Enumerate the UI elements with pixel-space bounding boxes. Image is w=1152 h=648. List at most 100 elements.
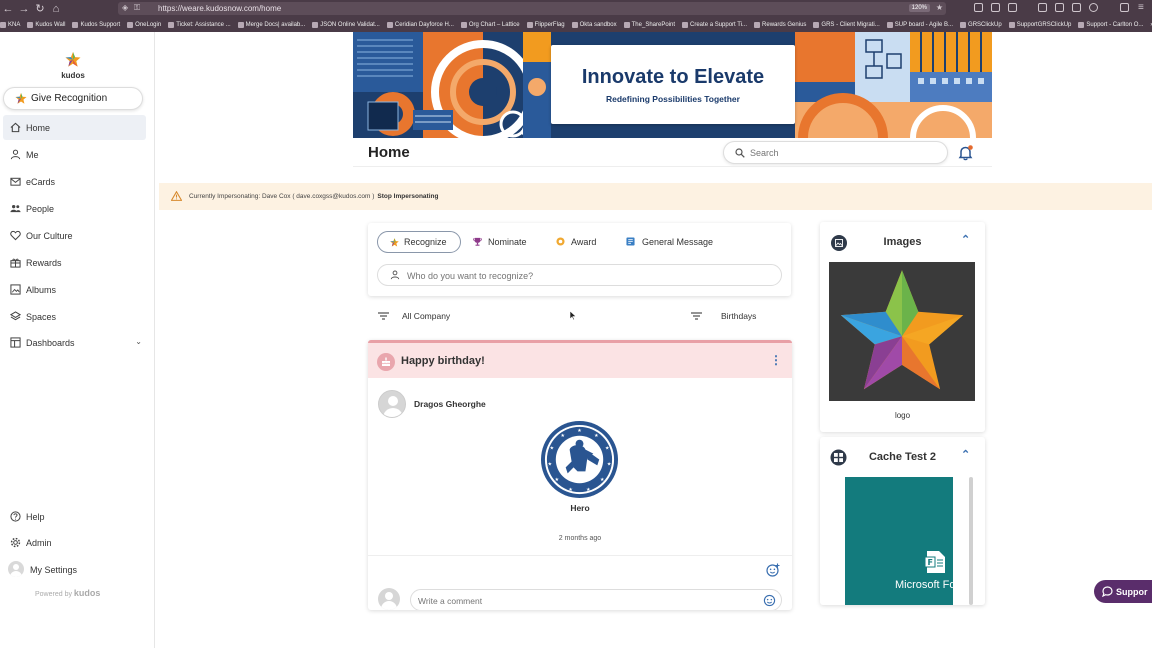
add-reaction-icon[interactable] (766, 563, 780, 577)
extension-icon[interactable] (1072, 3, 1081, 12)
chevron-down-icon[interactable]: ⌄ (135, 337, 142, 346)
document-thumbnail[interactable]: F Microsoft Fo (845, 477, 953, 605)
tab-general-message[interactable]: General Message (626, 231, 713, 253)
sidebar-item-albums[interactable]: Albums (3, 277, 146, 302)
logo-image[interactable] (829, 262, 975, 401)
svg-text:★: ★ (600, 477, 605, 483)
svg-text:F: F (928, 558, 933, 567)
tab-nominate[interactable]: Nominate (473, 231, 527, 253)
sidebar-item-label: Me (26, 149, 39, 160)
sidebar-item-rewards[interactable]: Rewards (3, 250, 146, 275)
bookmark-item[interactable]: Kudos Support (72, 21, 121, 28)
support-chat-button[interactable]: Suppor (1094, 580, 1152, 603)
bookmark-item[interactable]: GRSClickUp (960, 21, 1002, 28)
bookmark-favicon-icon (960, 21, 967, 28)
menu-icon[interactable]: ≡ (1138, 2, 1144, 13)
bookmark-item[interactable]: KNA (0, 21, 21, 28)
library-icon[interactable] (1038, 3, 1047, 12)
bookmark-label: KNA (8, 21, 21, 28)
kudos-logo[interactable]: kudos (55, 52, 91, 80)
sidebar-toggle-icon[interactable] (1055, 3, 1064, 12)
bookmark-item[interactable]: JSON Online Validat... (312, 21, 380, 28)
kudos-star-logo-icon (840, 270, 964, 390)
bookmark-item[interactable]: Kudos Wall (27, 21, 65, 28)
account-icon[interactable] (1089, 3, 1098, 12)
reload-icon[interactable]: ↻ (32, 2, 48, 15)
bookmark-label: Kudos Support (80, 21, 121, 28)
stop-impersonating-link[interactable]: Stop Impersonating (377, 193, 438, 200)
bookmark-item[interactable]: Rewards Genius (754, 21, 806, 28)
back-icon[interactable]: ← (0, 3, 16, 15)
recipient-input[interactable] (407, 269, 767, 282)
tab-award[interactable]: Award (556, 231, 596, 253)
bookmark-item[interactable]: Org Chart – Lattice (460, 21, 520, 28)
images-card: Images ⌃ logo (820, 222, 985, 432)
chevron-up-icon[interactable]: ⌃ (961, 448, 970, 461)
sidebar-item-ecards[interactable]: eCards (3, 169, 146, 194)
tab-recognize[interactable]: Recognize (377, 231, 461, 253)
chevron-up-icon[interactable]: ⌃ (961, 233, 970, 246)
search-box[interactable] (723, 141, 948, 164)
bookmark-star-icon[interactable]: ★ (936, 3, 943, 12)
give-recognition-label: Give Recognition (31, 93, 108, 104)
sidebar-item-my-settings[interactable]: My Settings (3, 557, 146, 582)
bookmark-item[interactable]: GRS - Client Migrati... (813, 21, 880, 28)
bookmark-item[interactable]: Create a Support Ti... (682, 21, 748, 28)
bookmark-item[interactable]: Ticket: Assistance ... (168, 21, 231, 28)
post-author[interactable]: Dragos Gheorghe (414, 399, 486, 409)
sidebar-item-admin[interactable]: Admin (3, 530, 146, 555)
bookmark-label: Support - Carlton O... (1086, 21, 1144, 28)
sidebar-item-people[interactable]: People (3, 196, 146, 221)
comment-field[interactable] (410, 589, 782, 610)
recipient-field[interactable] (377, 264, 782, 286)
extensions-icon[interactable] (974, 3, 983, 12)
sidebar-item-home[interactable]: Home (3, 115, 146, 140)
filter-icon[interactable] (691, 312, 702, 320)
give-recognition-button[interactable]: Give Recognition (3, 87, 143, 110)
puzzle-icon[interactable] (1120, 3, 1129, 12)
sidebar-item-me[interactable]: Me (3, 142, 146, 167)
bookmark-item[interactable]: Merge Docs| availab... (237, 21, 305, 28)
bookmark-favicon-icon (168, 21, 175, 28)
filter-birthdays[interactable]: Birthdays (721, 311, 756, 321)
sidebar-item-spaces[interactable]: Spaces (3, 304, 146, 329)
bookmark-item[interactable]: Ceridian Dayforce H... (386, 21, 454, 28)
emoji-icon[interactable] (763, 594, 776, 607)
svg-text:★: ★ (550, 446, 555, 452)
bookmark-label: Ticket: Assistance ... (176, 21, 231, 28)
powered-by-brand: kudos (73, 588, 101, 598)
bookmark-item[interactable]: The_SharePoint (623, 21, 675, 28)
scrollbar[interactable] (969, 477, 973, 605)
download-icon[interactable] (991, 3, 1000, 12)
avatar[interactable] (378, 390, 406, 418)
bookmark-item[interactable]: SupportGRSClickUp (1008, 21, 1072, 28)
filter-all-company[interactable]: All Company (402, 311, 450, 321)
bookmark-item[interactable]: SUP board - Agile B... (886, 21, 953, 28)
bookmark-item[interactable]: Support - Carlton O... (1078, 21, 1144, 28)
sidebar-item-help[interactable]: Help (3, 504, 146, 529)
shield-icon: ◈ (122, 3, 129, 12)
bookmark-label: Create a Support Ti... (690, 21, 748, 28)
kudos-star-logo-icon (65, 52, 81, 67)
bookmark-item[interactable]: FlipperFlag (526, 21, 565, 28)
tab-label: General Message (642, 237, 714, 247)
address-bar[interactable]: ◈ ⚿ https://weare.kudosnow.com/home 120%… (118, 2, 946, 15)
download-icon[interactable] (1008, 3, 1017, 12)
bookmark-favicon-icon (127, 21, 134, 28)
svg-text:★: ★ (607, 461, 612, 467)
document-label: Microsoft Fo (895, 579, 953, 591)
avatar (8, 561, 24, 577)
forward-icon[interactable]: → (16, 3, 32, 15)
zoom-badge[interactable]: 120% (908, 4, 930, 12)
notification-bell-icon[interactable] (958, 145, 973, 161)
home-browser-icon[interactable]: ⌂ (48, 3, 64, 15)
bookmark-label: SupportGRSClickUp (1016, 21, 1072, 28)
bookmark-item[interactable]: Okta sandbox (571, 21, 617, 28)
search-input[interactable] (750, 146, 940, 160)
filter-icon[interactable] (378, 312, 389, 320)
sidebar-item-dashboards[interactable]: Dashboards ⌄ (3, 330, 146, 355)
comment-input[interactable] (418, 594, 738, 607)
sidebar-item-our-culture[interactable]: Our Culture (3, 223, 146, 248)
more-options-icon[interactable]: ⋮ (770, 353, 782, 367)
bookmark-item[interactable]: OneLogin (127, 21, 161, 28)
